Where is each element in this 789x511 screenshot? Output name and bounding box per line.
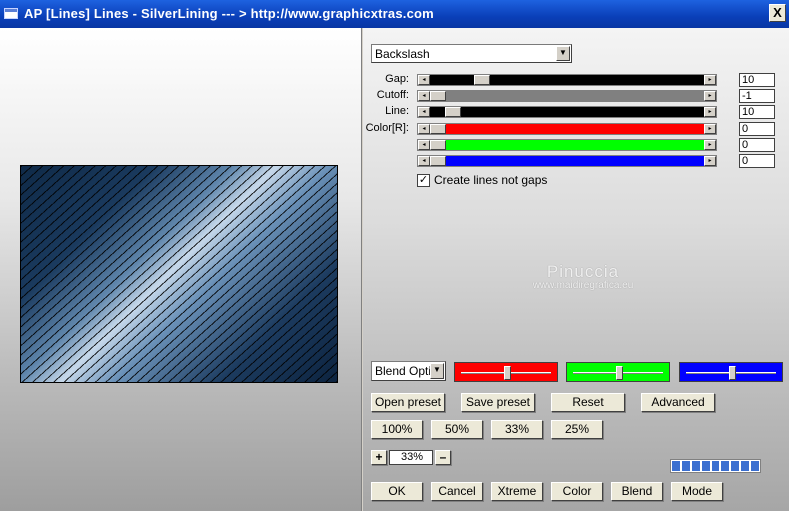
watermark: Pinuccia www.maidiregrafica.eu (503, 262, 663, 291)
zoom-out-button[interactable]: – (435, 450, 451, 465)
open-preset-button[interactable]: Open preset (371, 393, 445, 412)
parameter-slider[interactable]: ◂ ▸ (417, 139, 717, 151)
slider-thumb[interactable] (430, 156, 446, 166)
progress-segment (701, 461, 710, 471)
parameter-slider[interactable]: ◂ ▸ (417, 155, 717, 167)
blend-options-value: Blend Optio (375, 364, 438, 378)
chevron-down-icon[interactable]: ▼ (430, 363, 444, 379)
window-title: AP [Lines] Lines - SilverLining --- > ht… (24, 6, 434, 21)
blend-color-slider[interactable] (679, 362, 783, 382)
save-preset-button[interactable]: Save preset (461, 393, 535, 412)
progress-segment (691, 461, 700, 471)
slider-thumb[interactable] (504, 366, 511, 380)
arrow-right-icon[interactable]: ▸ (704, 107, 716, 117)
blend-options-select[interactable]: Blend Optio ▼ (371, 361, 446, 381)
blend-button[interactable]: Blend (611, 482, 663, 501)
arrow-left-icon[interactable]: ◂ (418, 140, 430, 150)
mode-button[interactable]: Mode (671, 482, 723, 501)
slider-label: Color[R]: (365, 122, 409, 134)
create-lines-label: Create lines not gaps (434, 173, 548, 187)
slider-thumb[interactable] (430, 91, 446, 101)
arrow-left-icon[interactable]: ◂ (418, 156, 430, 166)
slider-thumb[interactable] (445, 107, 461, 117)
arrow-left-icon[interactable]: ◂ (418, 124, 430, 134)
blend-color-slider[interactable] (454, 362, 558, 382)
advanced-button[interactable]: Advanced (641, 393, 715, 412)
arrow-right-icon[interactable]: ▸ (704, 75, 716, 85)
progress-segment (721, 461, 730, 471)
slider-value-field[interactable]: 0 (739, 138, 775, 152)
progress-segment (741, 461, 750, 471)
arrow-left-icon[interactable]: ◂ (418, 91, 430, 101)
watermark-title: Pinuccia (546, 262, 620, 281)
ok-button[interactable]: OK (371, 482, 423, 501)
slider-thumb[interactable] (430, 140, 446, 150)
color-button[interactable]: Color (551, 482, 603, 501)
render-progress-bar (670, 459, 761, 473)
slider-value-field[interactable]: 0 (739, 154, 775, 168)
arrow-right-icon[interactable]: ▸ (704, 124, 716, 134)
slider-thumb[interactable] (729, 366, 736, 380)
parameter-slider[interactable]: ◂ ▸ (417, 123, 717, 135)
zoom-in-button[interactable]: + (371, 450, 387, 465)
create-lines-checkbox[interactable]: ✓ (417, 174, 430, 187)
progress-segment (711, 461, 720, 471)
slider-value-field[interactable]: 10 (739, 73, 775, 87)
xtreme-button[interactable]: Xtreme (491, 482, 543, 501)
cancel-button[interactable]: Cancel (431, 482, 483, 501)
progress-segment (751, 461, 760, 471)
zoom-100-button[interactable]: 100% (371, 420, 423, 439)
slider-value-field[interactable]: 0 (739, 122, 775, 136)
arrow-right-icon[interactable]: ▸ (704, 156, 716, 166)
zoom-33-button[interactable]: 33% (491, 420, 543, 439)
zoom-25-button[interactable]: 25% (551, 420, 603, 439)
title-bar[interactable]: AP [Lines] Lines - SilverLining --- > ht… (0, 0, 789, 28)
watermark-url: www.maidiregrafica.eu (532, 280, 634, 291)
progress-segment (731, 461, 740, 471)
close-button[interactable]: X (769, 4, 786, 22)
chevron-down-icon[interactable]: ▼ (556, 46, 570, 61)
parameter-slider[interactable]: ◂ ▸ (417, 90, 717, 102)
parameter-slider[interactable]: ◂ ▸ (417, 74, 717, 86)
progress-segment (672, 461, 680, 471)
slider-thumb[interactable] (430, 124, 446, 134)
parameter-slider[interactable]: ◂ ▸ (417, 106, 717, 118)
preview-pane (0, 28, 362, 511)
arrow-right-icon[interactable]: ▸ (704, 140, 716, 150)
reset-button[interactable]: Reset (551, 393, 625, 412)
arrow-left-icon[interactable]: ◂ (418, 107, 430, 117)
controls-pane: Backslash ▼ Gap: ◂ ▸ 10 Cutoff: ◂ ▸ -1 Line: ◂ ▸ 10… (363, 28, 789, 511)
slider-thumb[interactable] (616, 366, 623, 380)
pattern-select-value: Backslash (375, 47, 430, 61)
slider-label: Cutoff: (376, 89, 409, 101)
blend-color-slider[interactable] (566, 362, 670, 382)
arrow-left-icon[interactable]: ◂ (418, 75, 430, 85)
slider-value-field[interactable]: -1 (739, 89, 775, 103)
progress-segment (681, 461, 690, 471)
arrow-right-icon[interactable]: ▸ (704, 91, 716, 101)
pattern-select[interactable]: Backslash ▼ (371, 44, 572, 63)
zoom-level-field[interactable]: 33% (389, 450, 433, 465)
app-window-icon (4, 8, 18, 19)
slider-label: Line: (385, 105, 409, 117)
zoom-50-button[interactable]: 50% (431, 420, 483, 439)
preview-image[interactable] (20, 165, 338, 383)
slider-label: Gap: (385, 73, 409, 85)
slider-thumb[interactable] (474, 75, 490, 85)
slider-value-field[interactable]: 10 (739, 105, 775, 119)
